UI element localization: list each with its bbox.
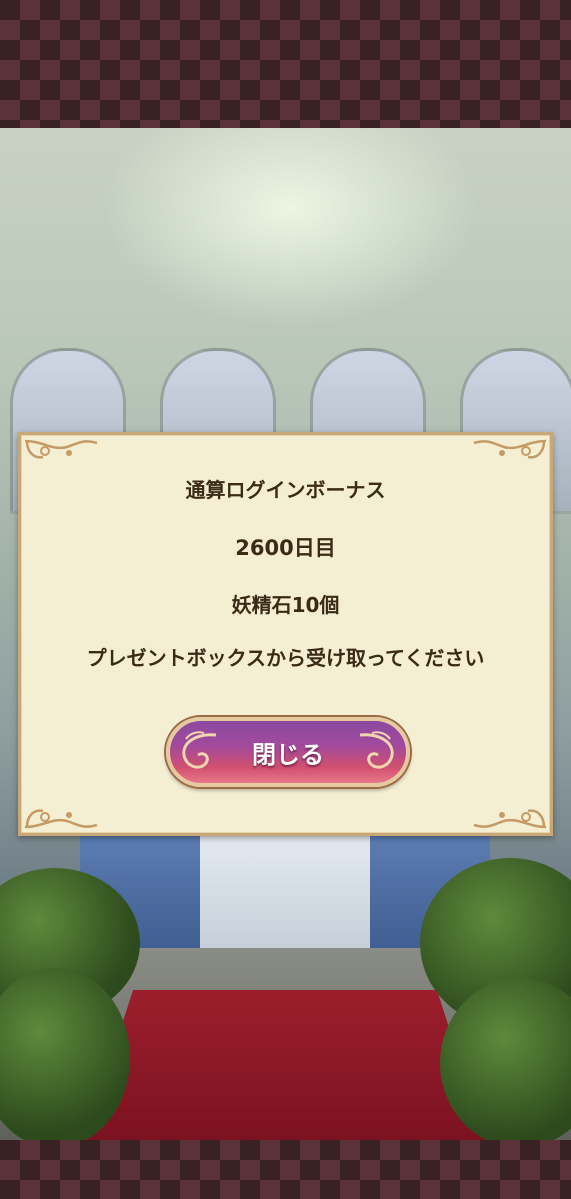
login-day-count: 2600日目 — [235, 536, 336, 560]
bottom-harlequin-band — [0, 1140, 571, 1199]
close-button-label: 閉じる — [252, 740, 324, 769]
reward-text: 妖精石10個 — [231, 593, 340, 617]
login-bonus-dialog: 通算ログインボーナス 2600日目 妖精石10個 プレゼントボックスから受け取っ… — [18, 432, 553, 836]
ornament-corner-icon — [24, 809, 98, 829]
dialog-title: 通算ログインボーナス — [185, 478, 386, 502]
top-harlequin-band — [0, 0, 571, 128]
ornament-corner-icon — [24, 439, 98, 459]
ornament-corner-icon — [473, 439, 547, 459]
red-carpet — [85, 990, 485, 1140]
ornament-corner-icon — [473, 809, 547, 829]
doorway — [200, 828, 370, 958]
instruction-message: プレゼントボックスから受け取ってください — [86, 646, 485, 670]
close-button[interactable]: 閉じる — [166, 717, 410, 787]
dome-glow — [100, 128, 480, 328]
